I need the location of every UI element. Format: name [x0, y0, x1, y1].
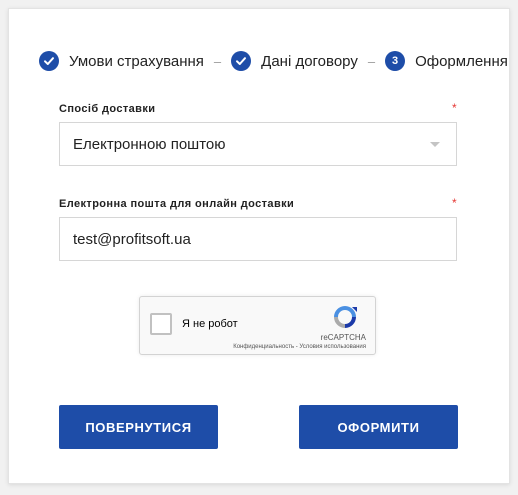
delivery-method-select[interactable]: Електронною поштою — [59, 122, 457, 166]
email-value: test@profitsoft.ua — [73, 230, 191, 248]
submit-button[interactable]: ОФОРМИТИ — [299, 405, 458, 449]
recaptcha-widget: Я не робот reCAPTCHA Конфиденциальность … — [139, 296, 376, 355]
delivery-method-label: Спосіб доставки — [59, 103, 156, 115]
check-icon — [39, 51, 59, 71]
step-insurance-terms[interactable]: Умови страхування — [39, 51, 204, 71]
recaptcha-links[interactable]: Конфиденциальность - Условия использован… — [233, 344, 366, 350]
recaptcha-checkbox[interactable] — [150, 313, 172, 335]
step-label: Оформлення — [415, 52, 508, 70]
step-label: Умови страхування — [69, 52, 204, 70]
required-mark: * — [452, 196, 457, 210]
step-separator: – — [213, 53, 222, 69]
check-icon — [231, 51, 252, 71]
stepper: Умови страхування – Дані договору – 3 Оф… — [39, 50, 508, 72]
form-card: Умови страхування – Дані договору – 3 Оф… — [8, 8, 510, 484]
required-mark: * — [452, 101, 457, 115]
email-field[interactable]: test@profitsoft.ua — [59, 217, 457, 261]
step-separator: – — [367, 53, 376, 69]
recaptcha-logo-icon — [334, 306, 357, 328]
caret-down-icon — [430, 142, 440, 147]
recaptcha-brand: reCAPTCHA — [320, 333, 366, 342]
step-number: 3 — [385, 51, 406, 71]
step-label: Дані договору — [261, 52, 358, 70]
recaptcha-label: Я не робот — [182, 318, 238, 330]
step-checkout: 3 Оформлення — [385, 51, 508, 71]
step-contract-data[interactable]: Дані договору — [231, 51, 358, 71]
delivery-method-value: Електронною поштою — [73, 135, 226, 153]
email-label: Електронна пошта для онлайн доставки — [59, 198, 295, 210]
back-button[interactable]: ПОВЕРНУТИСЯ — [59, 405, 218, 449]
